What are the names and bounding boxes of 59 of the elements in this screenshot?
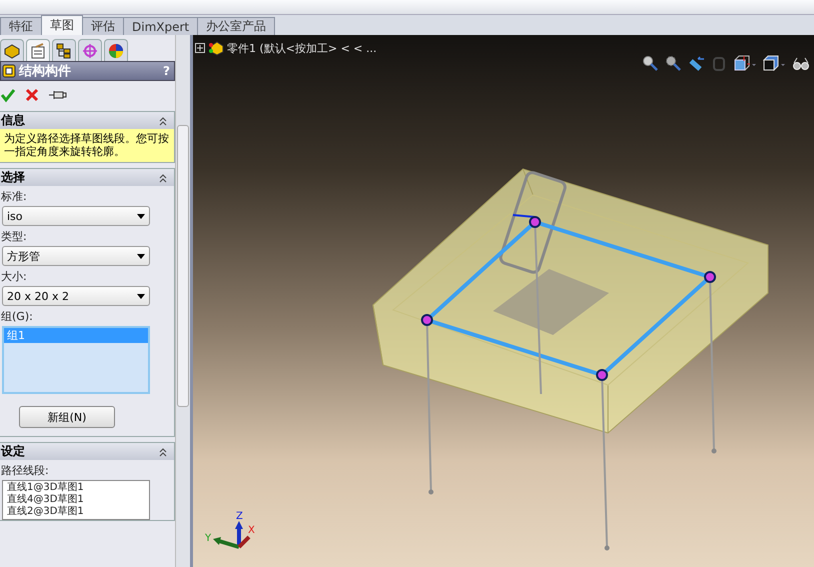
form-icon: [30, 42, 46, 58]
dropdown[interactable]: 方形管: [2, 246, 150, 266]
axis-label: Z: [236, 511, 243, 522]
info-message: 为定义路径选择草图线段。您可按一指定角度来旋转轮廓。: [0, 129, 174, 162]
command-tab[interactable]: DimXpert: [123, 17, 198, 35]
panel-title: 结构构件: [19, 63, 72, 80]
tree-icon: [56, 42, 72, 58]
dropdown[interactable]: iso: [2, 206, 150, 226]
collapse-icon: [158, 446, 168, 456]
glasses-icon[interactable]: [792, 55, 810, 71]
zoom-icon[interactable]: [665, 55, 681, 71]
dropdown-arrow-icon: [137, 254, 145, 258]
panel-tab[interactable]: [52, 39, 76, 61]
section-title: 选择: [1, 169, 25, 186]
panel-tab[interactable]: [26, 39, 50, 61]
crosshair-icon: [82, 42, 98, 58]
splitter-handle[interactable]: [190, 35, 193, 567]
field-label: 类型:: [0, 229, 28, 245]
axis-triad-drawing: [213, 521, 250, 549]
path-item[interactable]: 直线2@3D草图1: [7, 506, 145, 518]
section-header[interactable]: 选择: [0, 169, 174, 186]
section-header[interactable]: 设定: [0, 443, 174, 460]
section-title: 信息: [1, 112, 25, 129]
panel-tab[interactable]: [0, 39, 24, 61]
field-label: 大小:: [0, 269, 28, 285]
field-label: 标准:: [0, 189, 28, 205]
new-group-button[interactable]: 新组(N): [19, 406, 115, 428]
part-icon: [4, 42, 20, 58]
view-arrow-icon[interactable]: [688, 55, 704, 71]
command-tab[interactable]: 草图: [41, 15, 83, 35]
dropdown-arrow-icon: [137, 294, 145, 298]
section-title: 设定: [1, 443, 25, 460]
close-icon[interactable]: [24, 87, 40, 103]
section-header[interactable]: 信息: [0, 112, 174, 129]
collapse-icon: [158, 172, 168, 182]
path-item[interactable]: 直线4@3D草图1: [7, 494, 145, 506]
cube-icon[interactable]: [734, 55, 756, 71]
zoom-icon[interactable]: [642, 55, 658, 71]
command-tab[interactable]: 办公室产品: [197, 17, 276, 35]
scrollbar-thumb[interactable]: [177, 125, 189, 407]
check-icon[interactable]: [0, 87, 16, 103]
axis-label: Y: [205, 533, 212, 544]
scrollbar[interactable]: [175, 35, 190, 567]
expand-icon[interactable]: [195, 43, 205, 53]
color-ball-icon: [108, 42, 124, 58]
tree-item[interactable]: 零件1 (默认<按加工> < < ...: [227, 40, 377, 56]
structure-icon: [2, 64, 16, 78]
field-label: 路径线段:: [0, 463, 50, 479]
dropdown-arrow-icon: [137, 214, 145, 218]
dropdown[interactable]: 20 x 20 x 2: [2, 286, 150, 306]
path-item[interactable]: 直线1@3D草图1: [7, 482, 145, 494]
axis-label: X: [248, 525, 255, 536]
part-icon: [208, 40, 224, 56]
collapse-icon: [158, 116, 168, 126]
command-tab[interactable]: 特征: [0, 17, 42, 35]
panel-tab[interactable]: [104, 39, 128, 61]
command-tab[interactable]: 评估: [82, 17, 124, 35]
field-label: 组(G):: [0, 309, 34, 325]
cube-icon[interactable]: [763, 55, 785, 71]
